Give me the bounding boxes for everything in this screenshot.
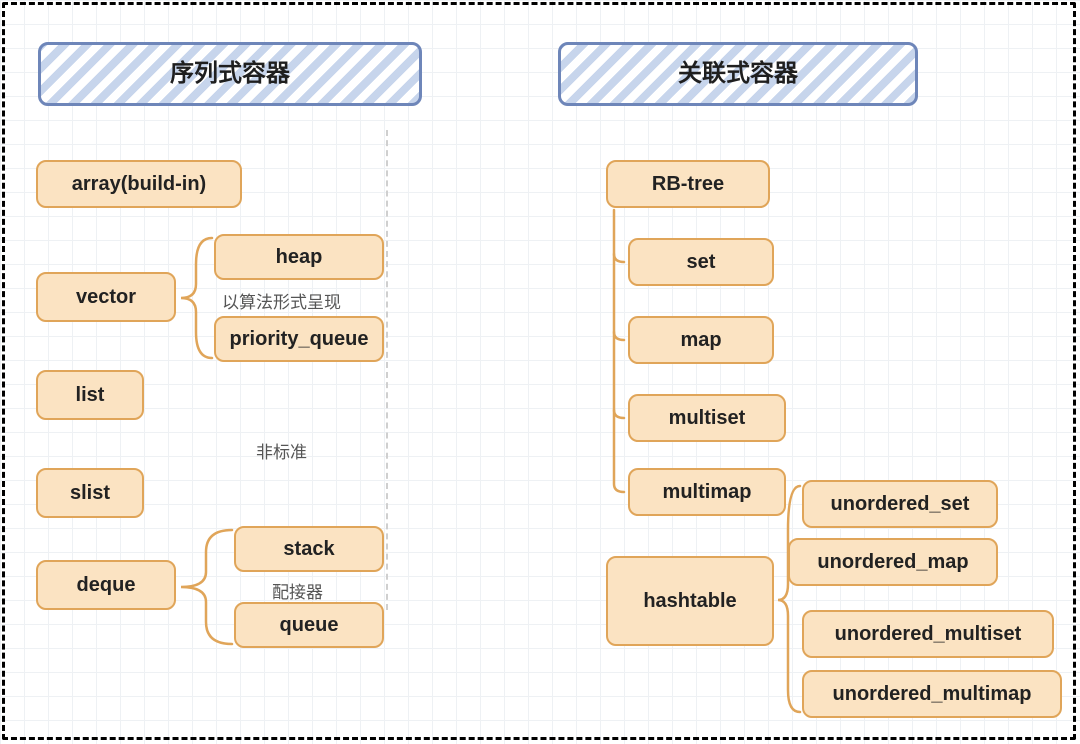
- node-unordered-multimap: unordered_multimap: [802, 670, 1062, 718]
- node-unordered-set: unordered_set: [802, 480, 998, 528]
- vertical-divider: [386, 130, 388, 610]
- node-list: list: [36, 370, 144, 420]
- diagram-canvas: 序列式容器 关联式容器 array(build-in) vector heap …: [0, 0, 1080, 744]
- node-deque: deque: [36, 560, 176, 610]
- brace-deque: [178, 526, 234, 648]
- node-stack: stack: [234, 526, 384, 572]
- node-priority-queue: priority_queue: [214, 316, 384, 362]
- brace-hashtable: [776, 480, 802, 718]
- header-sequential: 序列式容器: [38, 42, 422, 106]
- label-adapter: 配接器: [272, 578, 323, 603]
- node-set: set: [628, 238, 774, 286]
- node-multimap: multimap: [628, 468, 786, 516]
- node-unordered-map: unordered_map: [788, 538, 998, 586]
- node-vector: vector: [36, 272, 176, 322]
- node-heap: heap: [214, 234, 384, 280]
- node-queue: queue: [234, 602, 384, 648]
- node-array: array(build-in): [36, 160, 242, 208]
- connector-rbtree-children: [606, 210, 628, 512]
- node-rbtree: RB-tree: [606, 160, 770, 208]
- node-hashtable: hashtable: [606, 556, 774, 646]
- node-unordered-multiset: unordered_multiset: [802, 610, 1054, 658]
- brace-vector: [178, 234, 214, 362]
- label-algorithm-form: 以算法形式呈现: [222, 288, 341, 313]
- header-associative: 关联式容器: [558, 42, 918, 106]
- label-nonstandard: 非标准: [256, 438, 307, 463]
- node-multiset: multiset: [628, 394, 786, 442]
- node-slist: slist: [36, 468, 144, 518]
- node-map: map: [628, 316, 774, 364]
